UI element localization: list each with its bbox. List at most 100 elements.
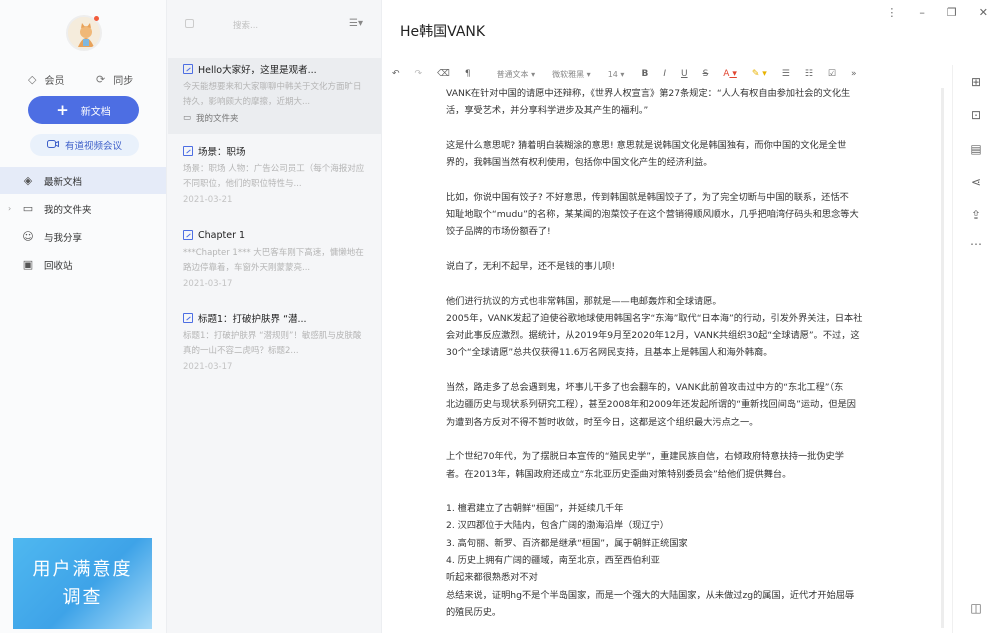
note-folder: 我的文件夹: [196, 114, 239, 124]
restore-icon[interactable]: ❐: [947, 6, 957, 19]
redo-icon[interactable]: ↷: [415, 69, 423, 79]
checkbox-list-icon[interactable]: ☑: [828, 69, 836, 79]
content-line: 总结来说，证明hg不是个半岛国家，而是一个强大的大陆国家，从未做过zg的属国，近…: [446, 589, 855, 601]
nav-item-label: 回收站: [44, 260, 73, 272]
content-line: 4. 历史上拥有广阔的疆域，南至北京，西至西伯利亚: [446, 555, 660, 567]
content-line: 知耻地取个“mudu”的名称，某某闻的泡菜饺子在这个营销得顺风顺水，几乎把咱湾仔…: [446, 209, 859, 221]
panel-toggle-icon[interactable]: ◫: [969, 601, 983, 615]
content-line: 比如，你说中国有饺子? 不好意思，传到韩国就是韩国饺子了，为了完全切断与中国的联…: [446, 191, 849, 203]
insert-icon[interactable]: ⊡: [969, 108, 983, 122]
content-line: 当然，路走多了总会遇到鬼，坏事儿干多了也会翻车的，VANK此前曾攻击过中方的“东…: [446, 382, 844, 394]
content-line: 会对此事反应激烈。据统计，从2019年9月至2020年12月，VANK共组织30…: [446, 330, 860, 342]
notification-dot: [94, 16, 99, 21]
document-body[interactable]: VANK在针对中国的请愿中还辩称，《世界人权宣言》第27条规定：“人人有权自由参…: [446, 85, 886, 625]
list-item[interactable]: Chapter 1 ***Chapter 1*** 大巴客车刚下高速，慵懒地在路…: [168, 228, 381, 289]
sync-icon: ⟳: [96, 73, 106, 86]
close-icon[interactable]: ✕: [979, 6, 988, 19]
content-line: 说白了，无利不起早，还不是钱的事儿呗!: [446, 260, 616, 272]
text-style-dropdown[interactable]: 普通文本 ▾: [497, 69, 536, 80]
more-horizontal-icon[interactable]: ⋯: [969, 237, 983, 251]
nav-item-my-folders[interactable]: › ▭ 我的文件夹: [0, 195, 166, 222]
note-snippet: 场景：职场 人物：广告公司员工（每个海报对应不同职位，他们的职位特性与...: [183, 164, 365, 189]
list-item[interactable]: Hello大家好，这里是观者... 今天能想要来和大家聊聊中韩关于文化方面旷日持…: [168, 58, 381, 134]
video-meeting-button[interactable]: 有道视频会议: [30, 134, 139, 156]
undo-icon[interactable]: ↶: [392, 69, 400, 79]
scrollbar[interactable]: [941, 88, 944, 628]
numbered-list-icon[interactable]: ☷: [805, 69, 813, 79]
doc-icon: [183, 64, 193, 74]
content-line: VANK在针对中国的请愿中还辩称，《世界人权宣言》第27条规定：“人人有权自由参…: [446, 88, 851, 99]
nav-item-trash[interactable]: ▣ 回收站: [0, 251, 166, 278]
content-line: 北边疆历史与现状系列研究工程），甚至2008年和2009年还发起所谓的“重新找回…: [446, 399, 856, 411]
search-input[interactable]: 搜索...: [233, 19, 258, 31]
nav-item-shared[interactable]: ☺ 与我分享: [0, 223, 166, 250]
trash-icon: ▣: [22, 258, 34, 271]
new-doc-button[interactable]: + 新文档: [28, 96, 139, 124]
content-line: 1. 檀君建立了古朝鲜“桓国”，并延续几千年: [446, 503, 624, 515]
underline-button[interactable]: U: [681, 69, 688, 79]
eraser-icon[interactable]: ⌫: [437, 69, 450, 79]
content-line: 2005年，VANK发起了迫使谷歌地球使用韩国名字“东海”取代“日本海”的行动，…: [446, 312, 863, 324]
member-button[interactable]: ◇ 会员: [28, 72, 64, 87]
rail-divider: [952, 65, 953, 633]
bullet-list-icon[interactable]: ☰: [782, 69, 790, 79]
folder-icon: ▭: [183, 113, 192, 123]
italic-button[interactable]: I: [663, 69, 666, 79]
nav-item-label: 最新文档: [44, 176, 83, 188]
video-camera-icon: [46, 139, 59, 152]
content-line: 的殖民历史。: [446, 606, 502, 618]
highlight-icon[interactable]: ✎ ▾: [752, 69, 767, 79]
font-size-dropdown[interactable]: 14 ▾: [608, 70, 625, 79]
more-vertical-icon[interactable]: ⋮: [886, 6, 897, 19]
note-title: Hello大家好，这里是观者...: [198, 65, 317, 76]
list-item[interactable]: 场景：职场 场景：职场 人物：广告公司员工（每个海报对应不同职位，他们的职位特性…: [168, 144, 381, 205]
bold-button[interactable]: B: [641, 69, 648, 79]
left-sidebar: ◇ 会员 ⟳ 同步 + 新文档 有道视频会议 ◈ 最新文档 › ▭ 我的文件夹 …: [0, 0, 167, 633]
list-item[interactable]: 标题1：打破护肤界 “潜... 标题1：打破护肤界 “潜规则”！敏感肌与皮肤酸真…: [168, 311, 381, 372]
satisfaction-survey-banner[interactable]: 用户满意度 调查: [13, 538, 152, 629]
content-line: 为遭到各方反对不得不暂时收敛，时至今日，这都是这个组织最大污点之一。: [446, 416, 759, 428]
sync-label: 同步: [113, 76, 134, 87]
share-icon[interactable]: ⋖: [969, 175, 983, 189]
font-color-button[interactable]: A ▾: [723, 69, 737, 79]
content-line: 界的，我韩国当然有权利使用，包括你中国文化产生的经济利益。: [446, 157, 713, 169]
outline-icon[interactable]: ▤: [969, 142, 983, 156]
share-users-icon: ☺: [22, 230, 34, 243]
note-snippet: 标题1：打破护肤界 “潜规则”！敏感肌与皮肤酸真的一山不容二虎吗？标题2...: [183, 331, 362, 356]
format-painter-icon[interactable]: ¶: [465, 69, 471, 79]
content-line: 饺子品牌的市场份额吞了!: [446, 226, 551, 238]
content-line: 这是什么意思呢? 猜着明白装糊涂的意思! 意思就是说韩国文化是韩国独有，而你中国…: [446, 139, 847, 151]
minimize-icon[interactable]: –: [919, 6, 925, 19]
content-line: 听起来都很熟悉对不对: [446, 572, 538, 584]
content-line: 者。在2013年，韩国政府还成立“东北亚历史歪曲对策特别委员会”给他们提供舞台。: [446, 468, 792, 480]
content-line: 他们进行抗议的方式也非常韩国，那就是——电邮轰炸和全球请愿。: [446, 295, 722, 307]
export-icon[interactable]: ⇪: [969, 208, 983, 222]
note-title: 标题1：打破护肤界 “潜...: [198, 314, 307, 325]
select-checkbox-icon[interactable]: [185, 19, 194, 28]
note-title: 场景：职场: [198, 147, 246, 158]
more-tools-button[interactable]: »: [851, 69, 857, 79]
nav-item-label: 我的文件夹: [44, 204, 92, 216]
translate-icon[interactable]: ⊞: [969, 75, 983, 89]
sort-menu-icon[interactable]: ☰▾: [349, 18, 363, 29]
doc-icon: [183, 313, 193, 323]
chevron-right-icon[interactable]: ›: [8, 204, 11, 213]
sync-button[interactable]: ⟳ 同步: [96, 72, 133, 87]
font-family-dropdown[interactable]: 微软雅黑 ▾: [552, 69, 591, 80]
right-tool-rail: ⊞ ⊡ ▤ ⋖ ⇪ ⋯ ◫: [955, 65, 1000, 633]
format-toolbar: ↶ ↷ ⌫ ¶ 普通文本 ▾ 微软雅黑 ▾ 14 ▾ B I U S A ▾ ✎…: [392, 65, 952, 83]
window-controls: ⋮ – ❐ ✕: [886, 6, 988, 19]
document-title[interactable]: He韩国VANK: [400, 21, 485, 41]
nav-item-recent[interactable]: ◈ 最新文档: [0, 167, 166, 194]
video-meeting-label: 有道视频会议: [64, 141, 122, 152]
note-snippet: 今天能想要来和大家聊聊中韩关于文化方面旷日持久，影响颇大的摩擦，近期大...: [183, 82, 362, 107]
note-date: 2021-03-21: [183, 195, 233, 205]
content-line: 活，享受艺术，并分享科学进步及其产生的福利。”: [446, 105, 649, 117]
strikethrough-button[interactable]: S: [703, 69, 709, 79]
content-line: 30个“全球请愿”总共仅获得11.6万名网民支持，且基本上是韩国人和海外韩裔。: [446, 347, 773, 359]
